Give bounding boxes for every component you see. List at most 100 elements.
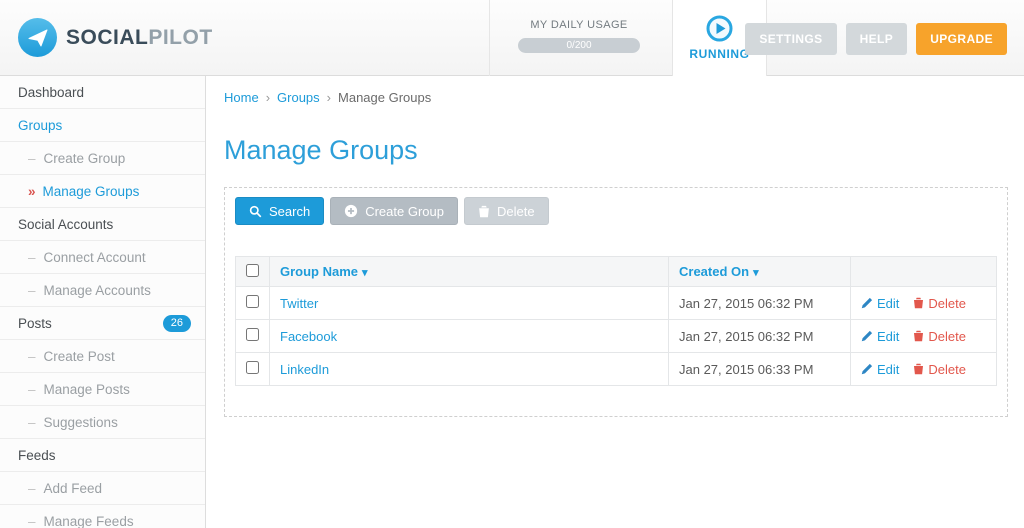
breadcrumb-separator: ›	[265, 90, 271, 105]
sidebar-item-manage-accounts[interactable]: – Manage Accounts	[0, 274, 205, 307]
pencil-icon	[861, 297, 873, 309]
breadcrumb-separator: ›	[326, 90, 332, 105]
sidebar-item-manage-feeds[interactable]: – Manage Feeds	[0, 505, 205, 528]
dash-marker: –	[28, 480, 36, 496]
breadcrumb-home-link[interactable]: Home	[224, 90, 259, 105]
sidebar: Dashboard Groups – Create Group » Manage…	[0, 76, 206, 528]
paper-plane-icon	[18, 18, 57, 57]
column-header-actions	[850, 256, 997, 287]
main-content: Home › Groups › Manage Groups Manage Gro…	[206, 76, 1024, 528]
app-window: SOCIALPILOT MY DAILY USAGE 0/200 RUNNING…	[0, 0, 1024, 528]
edit-label: Edit	[877, 361, 900, 377]
delete-label: Delete	[928, 295, 966, 311]
brand-secondary: PILOT	[148, 25, 213, 49]
select-all-cell	[235, 256, 270, 287]
sidebar-item-posts[interactable]: Posts 26	[0, 307, 205, 340]
sidebar-item-create-post[interactable]: – Create Post	[0, 340, 205, 373]
column-header-label: Created On	[679, 264, 750, 279]
edit-label: Edit	[877, 295, 900, 311]
help-button[interactable]: HELP	[845, 23, 908, 55]
edit-label: Edit	[877, 328, 900, 344]
actions-cell: Edit Delete	[850, 319, 997, 353]
sort-down-icon: ▾	[362, 267, 368, 279]
breadcrumb-current: Manage Groups	[338, 90, 432, 105]
usage-label: MY DAILY USAGE	[530, 19, 628, 31]
sidebar-item-manage-groups[interactable]: » Manage Groups	[0, 175, 205, 208]
trash-icon	[913, 297, 924, 309]
table-header-row: Group Name ▾ Created On ▾	[235, 256, 997, 287]
groups-table: Group Name ▾ Created On ▾ Twitter Jan 27, …	[235, 256, 997, 386]
sidebar-item-social-accounts[interactable]: Social Accounts	[0, 208, 205, 241]
logo[interactable]: SOCIALPILOT	[18, 18, 213, 57]
created-on-cell: Jan 27, 2015 06:32 PM	[668, 319, 851, 353]
plus-circle-icon	[344, 204, 358, 218]
content-area: Dashboard Groups – Create Group » Manage…	[0, 76, 1024, 528]
table-row: LinkedIn Jan 27, 2015 06:33 PM Edit Dele…	[235, 352, 997, 386]
search-icon	[249, 205, 262, 218]
table-row: Twitter Jan 27, 2015 06:32 PM Edit Delet…	[235, 286, 997, 320]
edit-link[interactable]: Edit	[861, 296, 899, 311]
row-checkbox[interactable]	[246, 361, 259, 374]
toolbar: Search Create Group Delete	[235, 197, 997, 225]
sidebar-item-add-feed[interactable]: – Add Feed	[0, 472, 205, 505]
group-name-link[interactable]: Facebook	[280, 329, 337, 344]
row-checkbox[interactable]	[246, 295, 259, 308]
sidebar-item-label: Manage Feeds	[43, 513, 134, 528]
pencil-icon	[861, 330, 873, 342]
column-header-group-name[interactable]: Group Name ▾	[269, 256, 669, 287]
checkbox-cell	[235, 286, 270, 320]
breadcrumb-groups-link[interactable]: Groups	[277, 90, 320, 105]
top-header: SOCIALPILOT MY DAILY USAGE 0/200 RUNNING…	[0, 0, 1024, 76]
header-divider	[489, 0, 490, 76]
edit-link[interactable]: Edit	[861, 329, 899, 344]
sidebar-item-label: Manage Posts	[43, 381, 130, 397]
pencil-icon	[861, 363, 873, 375]
settings-button[interactable]: SETTINGS	[745, 23, 837, 55]
sidebar-item-label: Suggestions	[43, 414, 118, 430]
table-row: Facebook Jan 27, 2015 06:32 PM Edit Dele…	[235, 319, 997, 353]
checkbox-cell	[235, 352, 270, 386]
brand-wordmark: SOCIALPILOT	[66, 26, 213, 50]
sidebar-item-manage-posts[interactable]: – Manage Posts	[0, 373, 205, 406]
sidebar-item-feeds[interactable]: Feeds	[0, 439, 205, 472]
dash-marker: –	[28, 249, 36, 265]
dash-marker: –	[28, 414, 36, 430]
create-group-button[interactable]: Create Group	[330, 197, 458, 225]
sidebar-item-connect-account[interactable]: – Connect Account	[0, 241, 205, 274]
delete-link[interactable]: Delete	[913, 362, 966, 377]
group-name-link[interactable]: Twitter	[280, 296, 318, 311]
delete-link[interactable]: Delete	[913, 296, 966, 311]
edit-link[interactable]: Edit	[861, 362, 899, 377]
checkbox-cell	[235, 319, 270, 353]
sidebar-item-label: Create Post	[43, 348, 115, 364]
delete-button-label: Delete	[496, 203, 535, 219]
actions-cell: Edit Delete	[850, 352, 997, 386]
sidebar-item-groups[interactable]: Groups	[0, 109, 205, 142]
groups-panel: Search Create Group Delete Group Name ▾ …	[224, 187, 1008, 417]
search-button-label: Search	[269, 203, 311, 219]
sidebar-item-create-group[interactable]: – Create Group	[0, 142, 205, 175]
sidebar-item-label: Feeds	[18, 447, 56, 463]
delete-button[interactable]: Delete	[463, 197, 549, 225]
actions-cell: Edit Delete	[850, 286, 997, 320]
delete-label: Delete	[928, 328, 966, 344]
dash-marker: –	[28, 513, 36, 528]
delete-link[interactable]: Delete	[913, 329, 966, 344]
search-button[interactable]: Search	[235, 197, 325, 225]
create-group-button-label: Create Group	[365, 203, 444, 219]
select-all-checkbox[interactable]	[246, 263, 259, 277]
sidebar-item-label: Create Group	[43, 150, 126, 166]
upgrade-button[interactable]: UPGRADE	[916, 23, 1007, 55]
column-header-created-on[interactable]: Created On ▾	[668, 256, 851, 287]
sidebar-item-suggestions[interactable]: – Suggestions	[0, 406, 205, 439]
row-checkbox[interactable]	[246, 328, 259, 341]
trash-icon	[478, 205, 490, 218]
group-name-link[interactable]: LinkedIn	[280, 362, 329, 377]
dash-marker: –	[28, 150, 36, 166]
created-on-cell: Jan 27, 2015 06:33 PM	[668, 352, 851, 386]
active-marker: »	[28, 183, 36, 199]
posts-count-badge: 26	[162, 314, 191, 332]
usage-progress: 0/200	[518, 38, 640, 53]
sidebar-item-dashboard[interactable]: Dashboard	[0, 76, 205, 109]
sidebar-item-label: Social Accounts	[18, 216, 114, 232]
